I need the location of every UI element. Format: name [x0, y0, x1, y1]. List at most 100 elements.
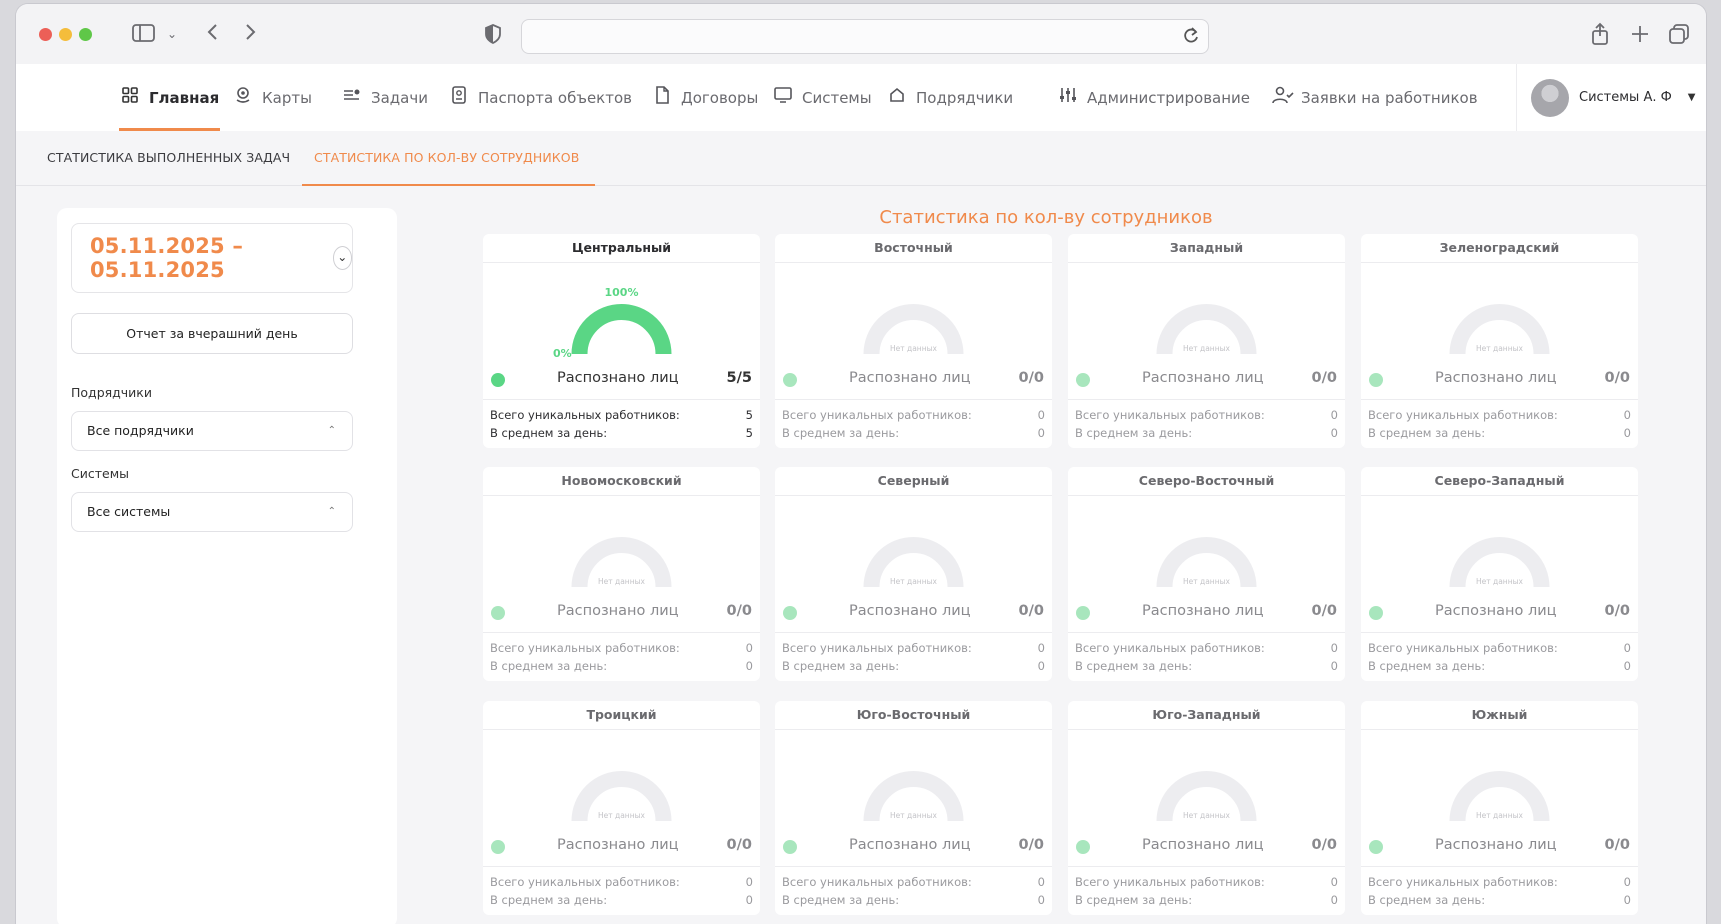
- daily-average-value: 0: [1330, 426, 1338, 440]
- caret-down-icon[interactable]: ▼: [1688, 92, 1696, 103]
- daily-average-value: 0: [745, 893, 753, 907]
- total-workers-value: 0: [745, 875, 753, 889]
- nav-item-maps[interactable]: Карты: [233, 64, 312, 131]
- nav-item-contracts[interactable]: Договоры: [652, 64, 758, 131]
- district-name: Южный: [1361, 701, 1638, 730]
- select-arrows-icon: ⌃: [327, 506, 336, 517]
- district-name: Новомосковский: [483, 467, 760, 496]
- nav-item-contractors[interactable]: Подрядчики: [887, 64, 1013, 131]
- tabs-overview-icon[interactable]: [1668, 23, 1690, 48]
- district-card: Южный Нет данных Распознано лиц 0/0 Всего ун…: [1361, 701, 1638, 915]
- nav-item-object-passports[interactable]: Паспорта объектов: [449, 64, 632, 131]
- statistics-tabs: СТАТИСТИКА ВЫПОЛНЕННЫХ ЗАДАЧ СТАТИСТИКА …: [16, 131, 1706, 186]
- reload-icon[interactable]: [1182, 25, 1200, 49]
- gauge-svg: 100% 0%: [553, 286, 672, 360]
- worker-stats: Всего уникальных работников: 0 В среднем з…: [483, 632, 760, 675]
- district-card: Троицкий Нет данных Распознано лиц 0/0 Всего…: [483, 701, 760, 915]
- share-icon[interactable]: [1590, 22, 1610, 49]
- total-workers-value: 0: [1623, 875, 1631, 889]
- recognition-gauge: Нет данных: [1138, 741, 1275, 841]
- recognized-label: Распознано лиц: [557, 837, 679, 853]
- yesterday-report-button[interactable]: Отчет за вчерашний день: [71, 313, 353, 354]
- status-dot: [1076, 840, 1090, 854]
- daily-average-label: В среднем за день:: [490, 893, 608, 907]
- district-name: Центральный: [483, 234, 760, 263]
- daily-average-label: В среднем за день:: [1368, 659, 1486, 673]
- district-card: Северо-Западный Нет данных Распознано лиц 0…: [1361, 467, 1638, 681]
- nav-item-administration[interactable]: Администрирование: [1058, 64, 1250, 131]
- total-workers-value: 0: [745, 641, 753, 655]
- nav-item-tasks[interactable]: Задачи: [342, 64, 428, 131]
- zoom-window-button[interactable]: [79, 28, 92, 41]
- no-data-label: Нет данных: [1476, 577, 1524, 586]
- worker-stats: Всего уникальных работников: 0 В среднем з…: [1361, 866, 1638, 909]
- new-tab-icon[interactable]: [1630, 24, 1650, 47]
- district-name: Северный: [775, 467, 1052, 496]
- date-range-picker[interactable]: 05.11.2025 – 05.11.2025 ⌄: [71, 223, 353, 293]
- recognized-value: 0/0: [1018, 370, 1044, 386]
- nav-item-home[interactable]: Главная: [120, 64, 219, 131]
- status-dot: [1369, 373, 1383, 387]
- daily-average-label: В среднем за день:: [782, 659, 900, 673]
- gauge-fill-arc: [571, 304, 672, 355]
- systems-select[interactable]: Все системы ⌃: [71, 492, 353, 532]
- recognized-label: Распознано лиц: [1142, 837, 1264, 853]
- sidebar-toggle-icon[interactable]: [132, 23, 156, 46]
- no-data-label: Нет данных: [1476, 344, 1524, 353]
- daily-average-value: 0: [1330, 659, 1338, 673]
- total-workers-label: Всего уникальных работников:: [782, 875, 972, 889]
- district-card: Новомосковский Нет данных Распознано лиц 0/…: [483, 467, 760, 681]
- daily-average-value: 5: [745, 426, 753, 440]
- recognized-value: 0/0: [1311, 837, 1337, 853]
- recognition-row: Распознано лиц 0/0: [1369, 833, 1630, 861]
- minimize-window-button[interactable]: [59, 28, 72, 41]
- nav-item-label: Паспорта объектов: [478, 88, 632, 107]
- chevron-down-icon[interactable]: ⌄: [167, 24, 177, 44]
- recognition-row: Распознано лиц 0/0: [783, 366, 1044, 394]
- shield-icon[interactable]: [484, 24, 502, 47]
- recognition-gauge: Нет данных: [1431, 507, 1568, 607]
- tab-employee-count-stats[interactable]: СТАТИСТИКА ПО КОЛ-ВУ СОТРУДНИКОВ: [314, 131, 579, 185]
- daily-average-value: 0: [1623, 893, 1631, 907]
- nav-item-label: Заявки на работников: [1301, 88, 1478, 107]
- recognition-row: Распознано лиц 0/0: [1076, 366, 1337, 394]
- no-data-label: Нет данных: [1183, 344, 1231, 353]
- worker-stats: Всего уникальных работников: 0 В среднем з…: [1068, 632, 1345, 675]
- total-workers-value: 0: [1037, 641, 1045, 655]
- no-data-label: Нет данных: [890, 577, 938, 586]
- chevron-down-icon[interactable]: ⌄: [332, 246, 352, 270]
- daily-average-label: В среднем за день:: [782, 893, 900, 907]
- forward-icon[interactable]: [243, 22, 257, 45]
- user-menu[interactable]: Системы А. Ф ▼: [1516, 64, 1706, 131]
- back-icon[interactable]: [206, 22, 220, 45]
- nav-item-systems[interactable]: Системы: [773, 64, 872, 131]
- recognition-gauge: Нет данных: [845, 507, 982, 607]
- contractors-select[interactable]: Все подрядчики ⌃: [71, 411, 353, 451]
- district-card: Зеленоградский Нет данных Распознано лиц 0/…: [1361, 234, 1638, 448]
- gauge-svg: Нет данных: [1449, 537, 1550, 588]
- no-data-label: Нет данных: [1476, 811, 1524, 820]
- total-workers-label: Всего уникальных работников:: [1368, 641, 1558, 655]
- address-bar[interactable]: [521, 19, 1209, 54]
- recognition-gauge: Нет данных: [1431, 741, 1568, 841]
- district-card: Северный Нет данных Распознано лиц 0/0 Всего…: [775, 467, 1052, 681]
- recognition-gauge: Нет данных: [1138, 274, 1275, 374]
- gauge-svg: Нет данных: [1156, 537, 1257, 588]
- no-data-label: Нет данных: [598, 577, 646, 586]
- total-workers-label: Всего уникальных работников:: [490, 408, 680, 422]
- district-card: Западный Нет данных Распознано лиц 0/0 Всего…: [1068, 234, 1345, 448]
- gauge-svg: Нет данных: [863, 771, 964, 822]
- recognized-value: 0/0: [726, 603, 752, 619]
- recognized-label: Распознано лиц: [1142, 370, 1264, 386]
- daily-average-value: 0: [1037, 659, 1045, 673]
- district-name: Северо-Западный: [1361, 467, 1638, 496]
- user-name: Системы А. Ф: [1579, 90, 1672, 105]
- nav-item-worker-requests[interactable]: Заявки на работников: [1272, 64, 1478, 131]
- status-dot: [1369, 606, 1383, 620]
- total-workers-label: Всего уникальных работников:: [1368, 875, 1558, 889]
- recognized-label: Распознано лиц: [1435, 370, 1557, 386]
- close-window-button[interactable]: [39, 28, 52, 41]
- tab-completed-tasks-stats[interactable]: СТАТИСТИКА ВЫПОЛНЕННЫХ ЗАДАЧ: [47, 131, 290, 185]
- recognized-label: Распознано лиц: [557, 370, 679, 386]
- sliders-icon: [1058, 87, 1078, 108]
